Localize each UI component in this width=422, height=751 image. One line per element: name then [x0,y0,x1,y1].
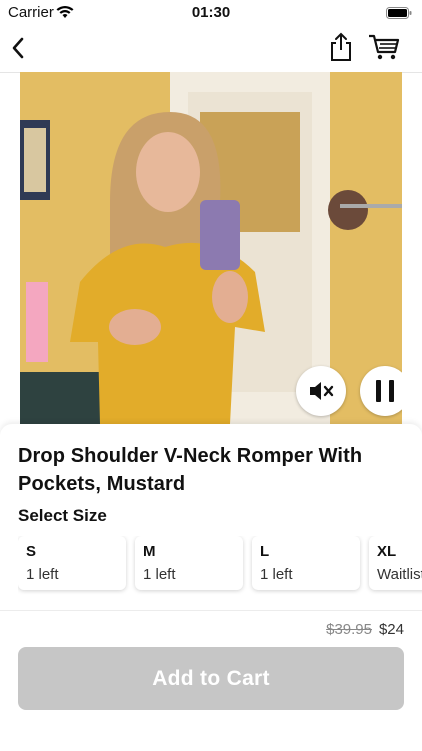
chevron-left-icon [12,37,24,59]
original-price: $39.95 [326,621,372,638]
add-to-cart-button[interactable]: Add to Cart [18,647,404,710]
size-option-s[interactable]: S 1 left [18,536,126,590]
battery-icon [386,6,412,24]
speaker-mute-icon [310,382,334,400]
pause-button[interactable] [360,366,402,416]
status-bar: Carrier 01:30 [0,0,422,24]
nav-bar [0,24,422,73]
size-stock: 1 left [26,566,59,583]
select-size-label: Select Size [18,506,107,525]
size-option-xl[interactable]: XL Waitlist [369,536,422,590]
status-time: 01:30 [191,4,231,21]
sale-price: $24 [378,621,404,638]
purchase-footer: $39.95 $24 Add to Cart [0,610,422,751]
size-stock: 1 left [143,566,176,583]
size-code: S [26,543,37,560]
cart-button[interactable] [368,33,400,61]
back-button[interactable] [6,32,34,64]
size-option-m[interactable]: M 1 left [135,536,243,590]
product-video[interactable] [20,72,402,424]
pause-icon [376,380,394,402]
size-code: L [260,543,270,560]
size-stock: Waitlist [377,566,422,583]
size-stock: 1 left [260,566,293,583]
share-button[interactable] [328,31,354,63]
cart-icon [369,34,400,60]
mute-button[interactable] [296,366,346,416]
size-options[interactable]: S 1 left M 1 left L 1 left XL Waitlist [18,536,422,596]
share-icon [331,32,351,61]
product-title: Drop Shoulder V-Neck Romper With Pockets… [18,445,363,495]
size-code: XL [377,543,397,560]
size-code: M [143,543,156,560]
size-option-l[interactable]: L 1 left [252,536,360,590]
